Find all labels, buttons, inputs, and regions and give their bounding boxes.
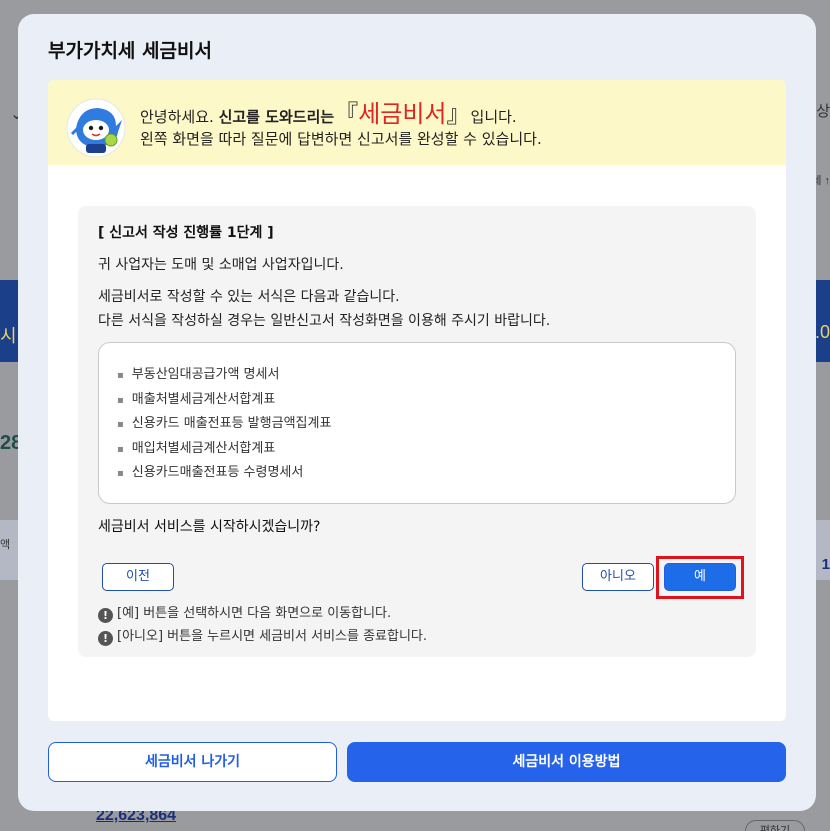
bracket-close: 』 [446,100,471,128]
content-card: 안녕하세요. 신고를 도와드리는『세금비서』입니다. 왼쪽 화면을 따라 질문에… [48,80,786,721]
exclamation-circle-icon: ! [98,631,113,646]
greeting-text: 안녕하세요. [140,108,214,126]
background-left-label: 액 [0,539,11,551]
greeting-banner: 안녕하세요. 신고를 도와드리는『세금비서』입니다. 왼쪽 화면을 따라 질문에… [48,80,786,165]
notice-yes-text: [예] 버튼을 선택하시면 다음 화면으로 이동합니다. [117,606,392,621]
notice-yes: ! [예] 버튼을 선택하시면 다음 화면으로 이동합니다. [98,602,391,623]
banner-instruction: 왼쪽 화면을 따라 질문에 답변하면 신고서를 완성할 수 있습니다. [140,130,542,148]
exclamation-circle-icon: ! [98,608,113,623]
modal-title: 부가가치세 세금비서 [48,40,212,62]
help-text: 신고를 도와드리는 [218,108,335,126]
banner-greeting: 안녕하세요. 신고를 도와드리는『세금비서』입니다. [140,94,517,129]
exit-button[interactable]: 세금비서 나가기 [48,742,337,782]
no-button[interactable]: 아니오 [582,563,654,591]
yes-button[interactable]: 예 [664,563,736,591]
start-question: 세금비서 서비스를 시작하시겠습니까? [98,519,321,535]
list-item: ▪ 부동산임대공급가액 명세서 [117,367,280,382]
list-item: ▪ 신용카드매출전표등 수령명세서 [117,465,304,480]
forms-list: ▪ 부동산임대공급가액 명세서 ▪ 매출처별세금계산서합계표 ▪ 신용카드 매출전표등… [98,342,736,504]
notice-no: ! [아니오] 버튼을 누르시면 세금비서 서비스를 종료합니다. [98,625,427,646]
business-type-text: 귀 사업자는 도매 및 소매업 사업자입니다. [98,257,344,273]
tax-secretary-modal: 부가가치세 세금비서 안녕하세요. 신고를 도와드리는『세금비서』입니다. 왼쪽… [18,14,816,811]
background-left-text: 시 [0,326,17,346]
list-item: ▪ 매출처별세금계산서합계표 [117,391,276,407]
guide-button[interactable]: 세금비서 이용방법 [347,742,786,782]
forms-intro-text: 세금비서로 작성할 수 있는 서식은 다음과 같습니다. [98,289,400,305]
background-right-band-text: .0 [814,322,830,342]
tax-secretary-mascot-icon [66,98,126,158]
step-panel: [ 신고서 작성 진행률 1단계 ] 귀 사업자는 도매 및 소매업 사업자입니… [78,206,756,657]
background-button: 편하기 [745,820,805,831]
background-right-number: 1 [821,556,830,573]
other-forms-text: 다른 서식을 작성하실 경우는 일반신고서 작성화면을 이용해 주시기 바랍니다… [98,313,551,329]
greeting-suffix: 입니다. [470,108,517,126]
prev-button[interactable]: 이전 [102,563,174,591]
step-title: [ 신고서 작성 진행률 1단계 ] [98,225,274,241]
list-item: ▪ 매입처별세금계산서합계표 [117,440,276,456]
brand-name: 세금비서 [358,100,447,128]
bracket-open: 『 [334,100,359,128]
notice-no-text: [아니오] 버튼을 누르시면 세금비서 서비스를 종료합니다. [117,629,428,644]
list-item: ▪ 신용카드 매출전표등 발행금액집계표 [117,416,332,431]
background-right-tab: 상 [816,103,830,120]
